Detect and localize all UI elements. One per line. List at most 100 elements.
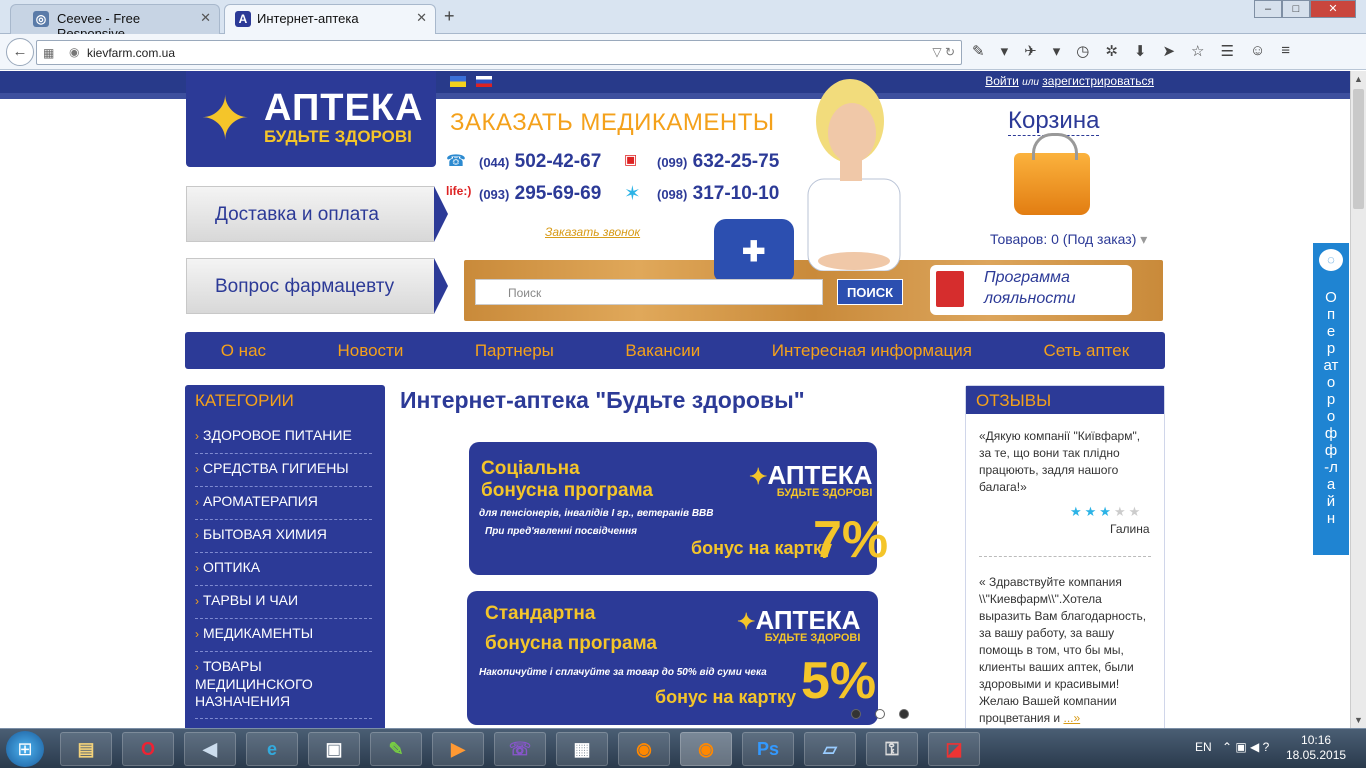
scroll-down-icon[interactable]: ▼ (1354, 715, 1363, 725)
scroll-up-icon[interactable]: ▲ (1354, 74, 1363, 84)
reload-icon[interactable]: ▽ ↻ (932, 45, 955, 59)
download-icon[interactable]: ⬇ (1134, 42, 1147, 60)
operator-label: Оператор офф-лайн (1323, 289, 1339, 527)
nav-news[interactable]: Новости (338, 341, 404, 361)
ie-icon[interactable]: e (246, 732, 298, 766)
smiley-icon[interactable]: ☺ (1250, 42, 1265, 60)
category-label: СРЕДСТВА ГИГИЕНЫ (203, 460, 349, 476)
read-more-link[interactable]: ...» (1063, 711, 1080, 725)
maximize-button[interactable]: □ (1282, 0, 1310, 18)
close-window-button[interactable]: ✕ (1310, 0, 1356, 18)
speaker-icon[interactable]: ◀ (184, 732, 236, 766)
review-author: Галина (1110, 522, 1150, 536)
carousel-dot-active[interactable] (875, 709, 885, 719)
photoshop-icon[interactable]: Ps (742, 732, 794, 766)
viber-icon[interactable]: ☏ (494, 732, 546, 766)
search-button[interactable]: ПОИСК (837, 279, 903, 305)
loyalty-program-link[interactable]: Программа лояльности (930, 265, 1132, 315)
operator-offline-tab[interactable]: ◌ Оператор офф-лайн (1313, 243, 1349, 555)
review-rating: ★★★★★ (1070, 504, 1144, 519)
search-input[interactable]: Поиск (475, 279, 823, 305)
phone-life[interactable]: (093) 295-69-69 (479, 183, 601, 205)
cart-info[interactable]: Товаров: 0 (Под заказ) ▾ (990, 231, 1147, 248)
language-indicator[interactable]: EN (1195, 740, 1212, 754)
tray-icons[interactable]: ⌃ ▣ ◀ ? (1222, 740, 1269, 754)
carousel-dot[interactable] (851, 709, 861, 719)
new-tab-icon[interactable]: + (444, 6, 455, 27)
site-logo[interactable]: ✦ АПТЕКА БУДЬТЕ ЗДОРОВІ (186, 71, 436, 167)
category-item[interactable]: › МЕДИКАМЕНТЫ (195, 619, 372, 652)
category-item[interactable]: › ОПТИКА (195, 553, 372, 586)
nav-partners[interactable]: Партнеры (475, 341, 554, 361)
ceevee-favicon-icon: ◎ (33, 11, 49, 27)
document-icon[interactable]: ▦ (556, 732, 608, 766)
media-player-icon[interactable]: ▶ (432, 732, 484, 766)
nav-pharmacy-network[interactable]: Сеть аптек (1043, 341, 1129, 361)
send-icon[interactable]: ➤ (1162, 42, 1175, 60)
plane-icon[interactable]: ✈ (1024, 42, 1037, 60)
firefox-icon[interactable]: ◉ (618, 732, 670, 766)
notepad-icon[interactable]: ✎ (370, 732, 422, 766)
login-link[interactable]: Войти (985, 74, 1019, 88)
category-item[interactable]: › ТАРВЫ И ЧАИ (195, 586, 372, 619)
callback-link[interactable]: Заказать звонок (545, 225, 640, 239)
category-item[interactable]: › АРОМАТЕРАПИЯ (195, 487, 372, 520)
register-link[interactable]: зарегистрироваться (1042, 74, 1154, 88)
eyedropper-icon[interactable]: ✎ (972, 42, 985, 60)
bookmark-star-icon[interactable]: ☆ (1191, 42, 1204, 60)
category-item[interactable]: › ЗДОРОВОЕ ПИТАНИЕ (195, 421, 372, 454)
menu-icon[interactable]: ≡ (1281, 42, 1290, 60)
review-text: «Дякую компанії "Київфарм", за те, що во… (979, 429, 1141, 494)
explorer-icon[interactable]: ▤ (60, 732, 112, 766)
gear-icon[interactable]: ✲ (1105, 42, 1118, 60)
nav-interesting[interactable]: Интересная информация (772, 341, 972, 361)
standard-bonus-banner[interactable]: Стандартна бонусна програма Накопичуйте … (467, 591, 878, 725)
page-grid-icon[interactable]: ▦ (43, 46, 54, 60)
opera-icon[interactable]: O (122, 732, 174, 766)
phone-number: 502-42-67 (514, 151, 602, 172)
nav-vacancies[interactable]: Вакансии (625, 341, 700, 361)
history-icon[interactable]: ◷ (1076, 42, 1089, 60)
ukraine-flag-icon[interactable] (450, 76, 466, 87)
basket-icon[interactable] (1014, 133, 1090, 215)
dropdown-icon[interactable]: ▾ (1053, 42, 1061, 60)
pharmacist-question-button[interactable]: Вопрос фармацевту (186, 258, 448, 314)
app-icon[interactable]: ◪ (928, 732, 980, 766)
russia-flag-icon[interactable] (476, 76, 492, 87)
category-item[interactable]: › СРЕДСТВА ГИГИЕНЫ (195, 454, 372, 487)
back-arrow-icon[interactable]: ← (6, 38, 34, 66)
cart-title[interactable]: Корзина (1008, 107, 1100, 136)
phone-kyivstar[interactable]: (098) 317-10-10 (657, 183, 779, 205)
chevron-down-icon: ▾ (1140, 231, 1148, 247)
minimize-button[interactable]: – (1254, 0, 1282, 18)
page-scrollbar[interactable]: ▲ ▼ (1350, 71, 1366, 728)
social-bonus-banner[interactable]: Соціальна бонусна програма для пенсіонер… (469, 442, 888, 575)
tab-ceevee[interactable]: ◎ Ceevee - Free Responsive ... ✕ (10, 4, 220, 41)
url-bar[interactable]: ▦ ◉ kievfarm.com.ua ▽ ↻ (36, 40, 962, 65)
notes-icon[interactable]: ▱ (804, 732, 856, 766)
phone-mts[interactable]: (099) 632-25-75 (657, 151, 779, 173)
tools-icon[interactable]: ⚿ (866, 732, 918, 766)
logo-title: АПТЕКА (264, 87, 424, 129)
bullet-icon: › (195, 495, 199, 509)
close-tab-icon[interactable]: ✕ (416, 10, 427, 26)
tab-apteka[interactable]: A Интернет-аптека ✕ (224, 4, 436, 34)
start-button[interactable]: ⊞ (6, 731, 44, 767)
close-tab-icon[interactable]: ✕ (200, 10, 211, 26)
phone-kyiv[interactable]: (044) 502-42-67 (479, 151, 601, 173)
carousel-dots (851, 709, 909, 719)
category-item[interactable]: › БЫТОВАЯ ХИМИЯ (195, 520, 372, 553)
category-label: ОПТИКА (203, 559, 261, 575)
url-text[interactable]: kievfarm.com.ua (87, 46, 175, 60)
clock[interactable]: 10:16 18.05.2015 (1286, 733, 1346, 763)
floppy-icon[interactable]: ▣ (308, 732, 360, 766)
firefox-active-icon[interactable]: ◉ (680, 732, 732, 766)
dropdown-icon[interactable]: ▾ (1001, 42, 1009, 60)
nav-about[interactable]: О нас (221, 341, 266, 361)
delivery-button[interactable]: Доставка и оплата (186, 186, 448, 242)
scroll-thumb[interactable] (1353, 89, 1364, 209)
carousel-dot[interactable] (899, 709, 909, 719)
category-item[interactable]: › ТОВАРЫ МЕДИЦИНСКОГО НАЗНАЧЕНИЯ (195, 652, 372, 719)
reader-icon[interactable]: ☰ (1221, 42, 1234, 60)
order-title: ЗАКАЗАТЬ МЕДИКАМЕНТЫ (450, 109, 775, 136)
